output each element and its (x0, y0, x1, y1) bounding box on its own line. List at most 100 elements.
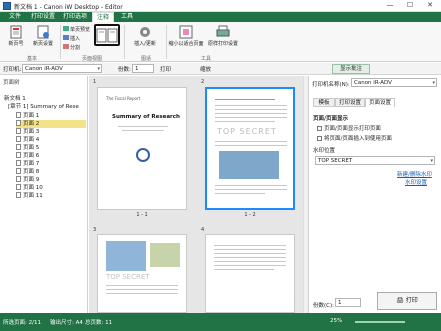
manage-watermark-link[interactable]: 新建/删除水印 (397, 170, 432, 178)
print-toolbar-button[interactable]: 打印 (160, 65, 171, 73)
watermark-select[interactable]: TOP SECRET ▾ (315, 156, 435, 165)
page-label: 1 - 1 (136, 212, 148, 218)
page-thumbnail-4[interactable] (205, 234, 295, 313)
checkbox[interactable] (317, 136, 322, 141)
tree-page-6[interactable]: 页面 6 (16, 152, 39, 160)
tree-chapter-node[interactable]: [章节 1] Summary of Rese (8, 104, 79, 112)
print-as-is-label: 原样打印设置 (207, 41, 238, 47)
split-button[interactable]: 分割 (63, 44, 91, 51)
tab-print-options[interactable]: 打印选项 (60, 12, 90, 22)
ribbon: 新页号 新页设置 基本 单页预览 插入 分割 页面视图 插入/更新 图适 缩小以… (0, 22, 441, 62)
watermark-settings-link[interactable]: 水印设置 (405, 178, 427, 186)
new-page-number-label: 新页号 (8, 41, 24, 47)
copies-input[interactable]: 1 (132, 64, 154, 73)
page-thumbnail-3[interactable]: TOP SECRET (97, 234, 187, 313)
app-icon (3, 2, 11, 10)
print-button[interactable]: 🖨 打印 (377, 292, 437, 310)
tree-doc-node[interactable]: 新文档 1 (4, 96, 26, 104)
insert-icon (63, 35, 69, 40)
zoom-slider[interactable] (355, 321, 405, 323)
section-heading: 页面/页面显示 (313, 116, 349, 122)
printer-name-label: 打印机名称(N): (312, 82, 350, 88)
total-pages-status: 总页数: 11 (85, 320, 113, 326)
tab-print-settings[interactable]: 打印设置 (28, 12, 58, 22)
print-as-is-button[interactable]: 原样打印设置 (204, 25, 242, 47)
tab-tools[interactable]: 工具 (116, 12, 138, 22)
option-print-pages[interactable]: 页面/页面显示打印页面 (317, 124, 381, 132)
insert-update-button[interactable]: 插入/更新 (128, 25, 162, 47)
close-button[interactable]: ✕ (420, 0, 440, 11)
page-layout-button[interactable] (94, 24, 120, 46)
logo-seal-icon (136, 148, 150, 162)
tab-annotation[interactable]: 注释 (92, 12, 114, 22)
fit-to-page-button[interactable]: 缩小以适合页面 (168, 25, 204, 47)
page-label: 1 - 2 (244, 212, 256, 218)
window-title: 新文档 1 - Canon iW Desktop - Editor (14, 4, 123, 11)
tree-page-label: 页面 8 (23, 169, 40, 175)
printer-select[interactable]: Canon iR-ADV ▾ (22, 64, 102, 73)
chapter-node-label: [章节 1] Summary of Rese (8, 104, 79, 110)
page-icon (16, 120, 21, 126)
tab-print-settings[interactable]: 打印设置 (335, 98, 365, 107)
printer-label: 打印机: (3, 67, 22, 73)
chevron-down-icon: ▾ (430, 158, 433, 164)
zoom-toolbar-button[interactable]: 缩放 (200, 65, 211, 73)
tree-page-5[interactable]: 页面 5 (16, 144, 39, 152)
tab-file[interactable]: 文件 (4, 12, 26, 22)
page-heading: Summary of Research (112, 114, 180, 120)
page-subtitle: The Fiscal Report (106, 96, 141, 101)
copies-label: 份数: (118, 67, 131, 73)
tab-page-settings[interactable]: 页面设置 (365, 98, 395, 107)
page-icon (16, 176, 21, 182)
checkbox[interactable] (317, 126, 322, 131)
page-number: 2 (201, 79, 205, 85)
minimize-button[interactable]: — (380, 0, 400, 11)
gear-icon (140, 27, 150, 37)
page-icon (16, 128, 21, 134)
single-page-preview-button[interactable]: 单页预览 (63, 26, 91, 33)
print-toolbar: 打印机: Canon iR-ADV ▾ 份数: 1 打印 缩放 显示批注 (0, 63, 441, 75)
tree-page-9[interactable]: 页面 9 (16, 176, 39, 184)
tree-page-label: 页面 6 (23, 153, 40, 159)
watermark-text: TOP SECRET (106, 273, 150, 281)
page-number: 3 (93, 227, 97, 233)
chevron-down-icon: ▾ (97, 66, 100, 72)
split-label: 分割 (70, 45, 81, 51)
ribbon-separator (124, 25, 125, 59)
status-bar: 所选页面: 2/11 输出尺寸: A4 总页数: 11 25% (0, 313, 441, 331)
tree-page-8[interactable]: 页面 8 (16, 168, 39, 176)
tree-page-11[interactable]: 页面 11 (16, 192, 43, 200)
page-thumbnail-1[interactable]: The Fiscal Report Summary of Research (97, 87, 187, 210)
print-settings-pane: 打印机名称(N): Canon iR-ADV ▾ 模板 打印设置 页面设置 页面… (308, 76, 441, 313)
doc-node-label: 新文档 1 (4, 96, 26, 102)
show-annotation-button[interactable]: 显示批注 (332, 64, 370, 74)
tree-page-label: 页面 7 (23, 161, 40, 167)
copies-label: 份数(C): (313, 303, 334, 309)
new-page-settings-button[interactable]: 新页设置 (30, 25, 56, 47)
page-thumbnail-2[interactable]: TOP SECRET (205, 87, 295, 210)
tree-page-label: 页面 9 (23, 177, 40, 183)
option-insert-pages[interactable]: 将页面/页面插入到使用页面 (317, 134, 392, 142)
insert-update-label: 插入/更新 (134, 41, 156, 47)
tab-template[interactable]: 模板 (313, 98, 335, 107)
page-icon (16, 168, 21, 174)
insert-label: 插入 (70, 36, 81, 42)
watermark-label: 水印位置 (313, 148, 336, 154)
output-size-status: 输出尺寸: A4 (50, 320, 83, 326)
tree-page-label: 页面 10 (23, 185, 43, 191)
chevron-down-icon: ▾ (432, 80, 435, 86)
tree-page-4[interactable]: 页面 4 (16, 136, 39, 144)
tree-page-7[interactable]: 页面 7 (16, 160, 39, 168)
page-icon (16, 192, 21, 198)
page-icon (16, 136, 21, 142)
new-page-number-button[interactable]: 新页号 (4, 25, 28, 47)
insert-button[interactable]: 插入 (63, 35, 91, 42)
maximize-button[interactable]: ☐ (400, 0, 420, 11)
copies-input[interactable]: 1 (335, 298, 361, 307)
printer-name-select[interactable]: Canon iR-ADV ▾ (351, 78, 437, 87)
tree-page-3[interactable]: 页面 3 (16, 128, 39, 136)
tree-page-2[interactable]: 页面 2 (16, 120, 86, 128)
tree-page-10[interactable]: 页面 10 (16, 184, 43, 192)
single-page-preview-label: 单页预览 (70, 27, 91, 33)
tree-page-1[interactable]: 页面 1 (16, 112, 86, 120)
